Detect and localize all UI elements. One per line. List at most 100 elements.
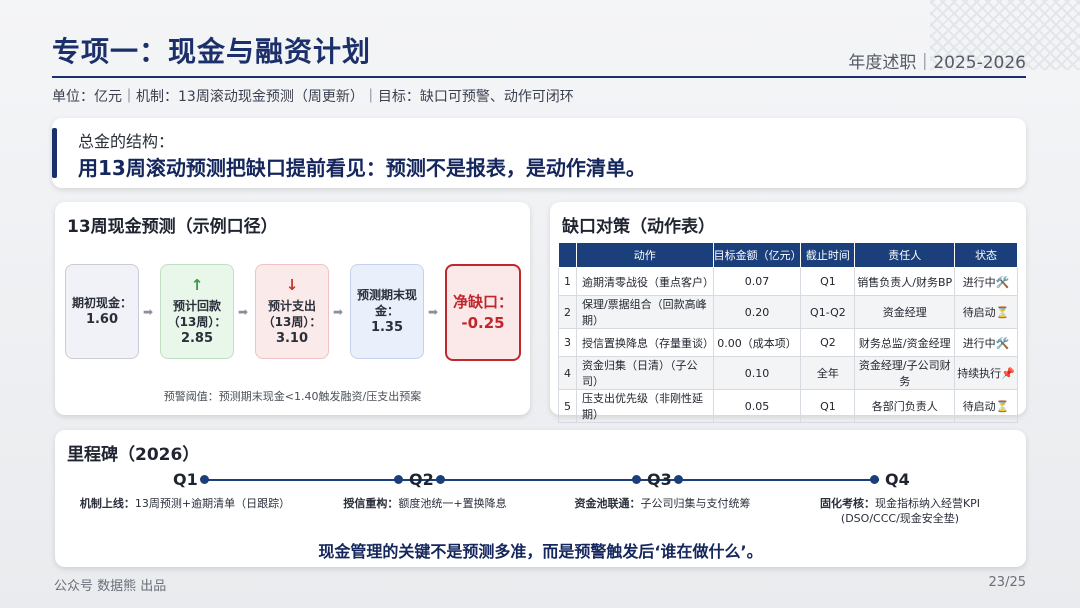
- row-due: Q1: [800, 389, 856, 423]
- milestone-q3-text: 资金池联通：子公司归集与支付统筹: [550, 496, 775, 511]
- milestone-head: 授信重构：: [343, 497, 399, 510]
- row-index: 1: [558, 267, 577, 296]
- milestones-card: 里程碑（2026） Q1 机制上线：13周预测+逾期清单（日跟踪） Q2 授信重…: [55, 430, 1026, 567]
- box-label: 预计回款（13周）：: [167, 298, 227, 329]
- milestone-desc: 额度池统一+置换降息: [398, 497, 507, 510]
- row-status: 进行中🛠️: [954, 267, 1018, 296]
- box-value: 3.10: [275, 331, 309, 347]
- summary-lead: 总金的结构：: [78, 132, 175, 151]
- arrow-down-icon: ↓: [285, 276, 299, 295]
- closing-statement: 现金管理的关键不是预测多准，而是预警触发后‘谁在做什么’。: [318, 542, 763, 561]
- col-header-index: [558, 242, 577, 268]
- row-owner: 各部门负责人: [854, 389, 956, 423]
- expected-payments-box: ↓ 预计支出（13周）： 3.10: [255, 264, 329, 359]
- milestone-head: 机制上线：: [79, 497, 135, 510]
- row-amount: 0.20: [712, 295, 802, 329]
- table-row: 5 压支出优先级（非刚性延期） 0.05 Q1 各部门负责人 待启动⏳: [558, 389, 1018, 423]
- box-label: 期初现金：: [71, 295, 132, 310]
- timeline-dot: [674, 475, 683, 484]
- summary-accent-bar: [52, 128, 57, 178]
- box-value: -0.25: [461, 313, 505, 332]
- forecast-card: 13周现金预测（示例口径） 期初现金： 1.60 ➡ ↑ 预计回款（13周）： …: [55, 202, 530, 415]
- milestone-desc: 子公司归集与支付统筹: [640, 497, 751, 510]
- slide: 专项一：现金与融资计划 年度述职｜2025-2026 单位：亿元｜机制：13周滚…: [0, 0, 1080, 608]
- warning-threshold-note: 预警阈值：预测期末现金<1.40触发融资/压支出预案: [163, 390, 422, 403]
- row-action: 逾期清零战役（重点客户）: [575, 267, 714, 296]
- col-header-action: 动作: [575, 242, 714, 268]
- summary-card: 总金的结构： 用13周滚动预测把缺口提前看见：预测不是报表，是动作清单。: [52, 118, 1026, 188]
- row-due: Q1: [800, 267, 856, 296]
- gap-actions-card: 缺口对策（动作表） 动作 目标金额（亿元） 截止时间 责任人 状态 1 逾期清零…: [550, 202, 1026, 423]
- timeline-dot: [632, 475, 641, 484]
- row-status: 待启动⏳: [954, 295, 1018, 329]
- box-value: 1.35: [370, 319, 404, 335]
- opening-cash-box: 期初现金： 1.60: [65, 264, 139, 359]
- arrow-right-icon: ➡: [143, 305, 154, 319]
- table-row: 4 资金归集（日清）（子公司） 0.10 全年 资金经理/子公司财务 持续执行📌: [558, 356, 1018, 390]
- row-owner: 资金经理/子公司财务: [854, 356, 956, 390]
- milestone-desc: 13周预测+逾期清单（日跟踪）: [134, 497, 291, 510]
- row-index: 3: [558, 328, 577, 357]
- arrow-right-icon: ➡: [238, 305, 249, 319]
- col-header-due: 截止时间: [800, 242, 856, 268]
- table-header-row: 动作 目标金额（亿元） 截止时间 责任人 状态: [558, 242, 1018, 268]
- row-owner: 资金经理: [854, 295, 956, 329]
- row-action: 保理/票据组合（回款高峰期）: [575, 295, 714, 329]
- title-rule: [52, 76, 1026, 78]
- row-due: Q1-Q2: [800, 295, 856, 329]
- milestone-q4-text: 固化考核：现金指标纳入经营KPI (DSO/CCC/现金安全垫): [785, 496, 1015, 527]
- footer-credit: 公众号 数据熊 出品: [54, 579, 167, 594]
- milestone-head: 资金池联通：: [574, 497, 641, 510]
- forecast-ending-cash-box: 预测期末现金： 1.35: [350, 264, 424, 359]
- expected-receipts-box: ↑ 预计回款（13周）： 2.85: [160, 264, 234, 359]
- actions-table: 动作 目标金额（亿元） 截止时间 责任人 状态 1 逾期清零战役（重点客户） 0…: [558, 242, 1018, 423]
- milestone-desc: 现金指标纳入经营KPI: [874, 497, 981, 510]
- page-title: 专项一：现金与融资计划: [52, 35, 372, 68]
- box-label: 净缺口：: [452, 293, 513, 312]
- milestone-extra: (DSO/CCC/现金安全垫): [840, 512, 960, 526]
- milestones-title: 里程碑（2026）: [67, 445, 200, 465]
- arrow-right-icon: ➡: [333, 305, 344, 319]
- arrow-up-icon: ↑: [190, 276, 204, 295]
- table-row: 3 授信置换降息（存量重谈） 0.00（成本项） Q2 财务总监/资金经理 进行…: [558, 328, 1018, 357]
- timeline-dot: [436, 475, 445, 484]
- row-status: 持续执行📌: [954, 356, 1018, 390]
- box-value: 2.85: [180, 331, 214, 347]
- arrow-right-icon: ➡: [428, 305, 439, 319]
- row-amount: 0.05: [712, 389, 802, 423]
- row-index: 5: [558, 389, 577, 423]
- milestone-q2-label: Q2: [409, 470, 434, 489]
- milestone-q2-text: 授信重构：额度池统一+置换降息: [315, 496, 535, 511]
- table-row: 2 保理/票据组合（回款高峰期） 0.20 Q1-Q2 资金经理 待启动⏳: [558, 295, 1018, 329]
- gap-actions-title: 缺口对策（动作表）: [562, 217, 715, 237]
- net-gap-box: 净缺口： -0.25: [445, 264, 521, 361]
- row-owner: 财务总监/资金经理: [854, 328, 956, 357]
- milestone-q4-label: Q4: [885, 470, 910, 489]
- header-right-label: 年度述职｜2025-2026: [848, 53, 1026, 73]
- milestone-q3-label: Q3: [647, 470, 672, 489]
- page-number: 23/25: [988, 575, 1026, 590]
- row-due: 全年: [800, 356, 856, 390]
- col-header-owner: 责任人: [854, 242, 956, 268]
- page-subtitle: 单位：亿元｜机制：13周滚动现金预测（周更新）｜目标：缺口可预警、动作可闭环: [52, 89, 574, 105]
- box-value: 1.60: [85, 311, 119, 327]
- row-amount: 0.10: [712, 356, 802, 390]
- row-owner: 销售负责人/财务BP: [854, 267, 956, 296]
- col-header-status: 状态: [954, 242, 1018, 268]
- box-label: 预测期末现金：: [356, 287, 417, 318]
- forecast-title: 13周现金预测（示例口径）: [67, 217, 278, 237]
- row-action: 授信置换降息（存量重谈）: [575, 328, 714, 357]
- milestone-q1-label: Q1: [173, 470, 198, 489]
- row-status: 进行中🛠️: [954, 328, 1018, 357]
- row-index: 2: [558, 295, 577, 329]
- row-action: 资金归集（日清）（子公司）: [575, 356, 714, 390]
- table-row: 1 逾期清零战役（重点客户） 0.07 Q1 销售负责人/财务BP 进行中🛠️: [558, 267, 1018, 296]
- timeline-dot: [394, 475, 403, 484]
- box-label: 预计支出（13周）：: [262, 298, 322, 329]
- row-amount: 0.07: [712, 267, 802, 296]
- row-status: 待启动⏳: [954, 389, 1018, 423]
- row-index: 4: [558, 356, 577, 390]
- timeline-dot: [870, 475, 879, 484]
- summary-main: 用13周滚动预测把缺口提前看见：预测不是报表，是动作清单。: [78, 156, 646, 180]
- milestone-head: 固化考核：: [819, 497, 875, 510]
